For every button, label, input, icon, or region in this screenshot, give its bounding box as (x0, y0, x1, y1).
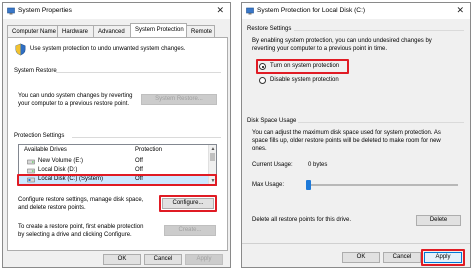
current-usage-label: Current Usage: (252, 162, 293, 168)
title-bar: System Protection for Local Disk (C:) ✕ (242, 3, 470, 19)
max-usage-label: Max Usage: (252, 182, 285, 188)
close-icon[interactable]: ✕ (456, 5, 464, 16)
disk-space-line2: space fills up, older restore points wil… (252, 138, 441, 144)
footer-divider (242, 243, 470, 244)
slider-track (306, 184, 458, 186)
delete-button[interactable]: Delete (416, 215, 461, 226)
drive-protection: Off (135, 158, 143, 164)
create-description-line2: by selecting a drive and clicking Config… (18, 232, 132, 238)
create-button[interactable]: Create... (164, 225, 216, 236)
scroll-up-icon[interactable]: ▲ (210, 146, 216, 152)
disable-protection-label[interactable]: Disable system protection (270, 77, 339, 83)
intro-text: Use system protection to undo unwanted s… (30, 46, 186, 52)
apply-button[interactable]: Apply (185, 254, 223, 265)
restore-settings-line1: By enabling system protection, you can u… (252, 38, 432, 44)
system-protection-dialog: System Protection for Local Disk (C:) ✕ … (241, 2, 471, 268)
ok-button[interactable]: OK (342, 252, 380, 263)
highlight-selected-drive (17, 174, 217, 186)
system-protection-icon (246, 7, 254, 15)
drive-row[interactable]: New Volume (E:) Off (19, 158, 208, 166)
restore-description-line2: your computer to a previous restore poin… (18, 101, 130, 107)
drive-name: New Volume (E:) (38, 158, 84, 164)
protection-settings-heading: Protection Settings (14, 133, 65, 139)
highlight-configure (159, 195, 217, 212)
window-title: System Protection for Local Disk (C:) (257, 7, 366, 14)
delete-description: Delete all restore points for this drive… (252, 217, 352, 223)
create-description-line1: To create a restore point, first enable … (18, 224, 144, 230)
restore-description-line1: You can undo system changes by reverting (18, 93, 133, 99)
ok-button[interactable]: OK (103, 254, 141, 265)
column-protection: Protection (135, 147, 163, 153)
restore-settings-line2: reverting your computer to a previous po… (252, 46, 388, 52)
column-available-drives: Available Drives (24, 147, 67, 153)
system-protection-pane: Use system protection to undo unwanted s… (7, 37, 228, 251)
divider (72, 137, 221, 138)
highlight-apply (421, 249, 465, 266)
cancel-button[interactable]: Cancel (144, 254, 182, 265)
configure-description-line2: and delete restore points. (18, 205, 86, 211)
max-usage-slider[interactable] (306, 180, 458, 190)
system-restore-heading: System Restore (14, 68, 57, 74)
current-usage-value: 0 bytes (308, 162, 328, 168)
highlight-turn-on (256, 59, 349, 74)
slider-thumb[interactable] (306, 180, 311, 190)
system-properties-icon (7, 7, 15, 15)
cancel-button[interactable]: Cancel (383, 252, 421, 263)
shield-icon (15, 43, 26, 56)
divider (56, 72, 221, 73)
disk-space-line1: You can adjust the maximum disk space us… (252, 130, 441, 136)
disable-protection-radio[interactable] (259, 77, 266, 84)
title-bar: System Properties ✕ (3, 3, 230, 19)
disk-space-heading: Disk Space Usage (247, 118, 297, 124)
restore-settings-heading: Restore Settings (247, 26, 292, 32)
scroll-thumb[interactable] (210, 153, 215, 161)
close-icon[interactable]: ✕ (216, 5, 224, 16)
drive-name: Local Disk (D:) (38, 167, 78, 173)
divider (298, 122, 464, 123)
system-properties-window: System Properties ✕ Computer Name Hardwa… (2, 2, 231, 268)
divider (294, 30, 464, 31)
configure-description-line1: Configure restore settings, manage disk … (18, 197, 144, 203)
drive-icon (27, 159, 35, 165)
system-restore-button[interactable]: System Restore... (141, 94, 217, 105)
disk-space-line3: ones. (252, 146, 267, 152)
window-title: System Properties (18, 7, 72, 14)
drive-protection: Off (135, 167, 143, 173)
